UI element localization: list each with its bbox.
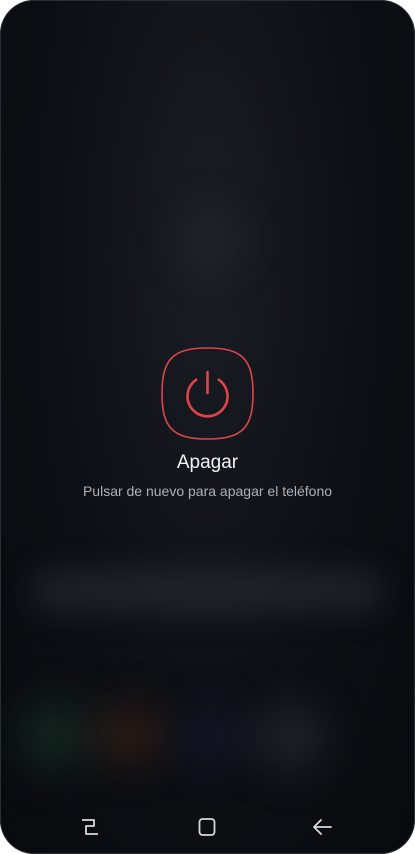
back-button[interactable] — [306, 813, 338, 841]
blurred-app-icon — [100, 705, 160, 765]
recent-apps-icon — [82, 819, 98, 835]
power-off-instruction: Pulsar de nuevo para apagar el teléfono — [82, 483, 333, 499]
recent-apps-button[interactable] — [74, 813, 106, 841]
blurred-search-bar — [30, 568, 385, 614]
power-off-button[interactable] — [160, 346, 255, 441]
navigation-bar — [0, 805, 415, 849]
back-arrow-icon — [313, 819, 332, 835]
blurred-app-icon — [20, 700, 90, 770]
blurred-app-icon — [180, 710, 240, 765]
power-off-title: Apagar — [176, 452, 239, 473]
power-off-control — [160, 346, 255, 441]
blurred-app-icon — [255, 705, 325, 770]
power-icon — [186, 370, 229, 418]
home-button[interactable] — [191, 813, 223, 841]
blurred-background — [180, 210, 240, 270]
home-icon — [198, 818, 216, 836]
phone-screen: Apagar Pulsar de nuevo para apagar el te… — [0, 0, 415, 854]
